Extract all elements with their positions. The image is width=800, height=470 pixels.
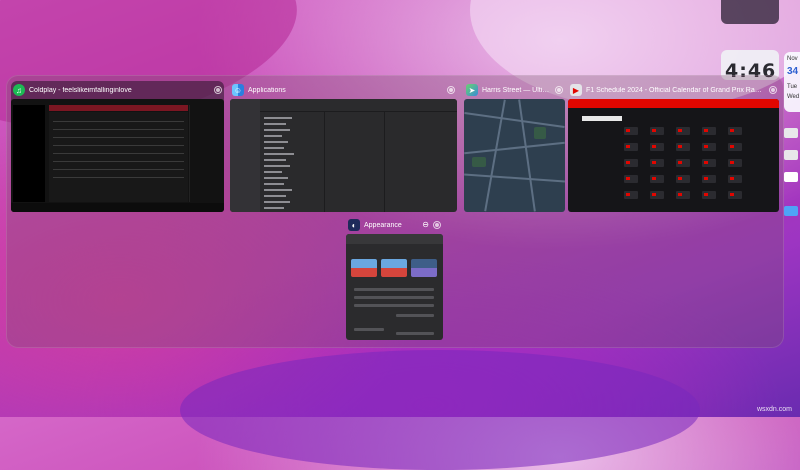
side-widget[interactable]: Nov 34 Tue Wed [784, 52, 800, 112]
window-thumbnail[interactable] [346, 234, 443, 340]
appearance-icon: ◐ [348, 219, 360, 231]
window-title: Applications [248, 86, 286, 94]
browser-icon: ▶ [570, 84, 582, 96]
dock-edge[interactable] [784, 128, 800, 238]
window-card-finder[interactable]: ☺ Applications [230, 81, 457, 212]
dock-app-icon[interactable] [784, 128, 798, 138]
side-widget-line: Nov [787, 56, 798, 62]
dock-app-icon[interactable] [784, 150, 798, 160]
window-card-maps[interactable]: ➤ Harris Street — Ultimo [464, 81, 565, 212]
window-thumbnail[interactable] [11, 99, 224, 212]
window-header: ☺ Applications [230, 81, 457, 99]
window-title: Coldplay - feelslikeimfallinginlove [29, 86, 132, 94]
window-card-appearance[interactable]: ◐ Appearance ⊖ [346, 216, 443, 340]
side-widget-line: Wed [787, 94, 800, 100]
window-thumbnail[interactable] [230, 99, 457, 212]
window-options-icon[interactable] [769, 86, 777, 94]
dock-app-icon[interactable] [784, 172, 798, 182]
calendar-widget[interactable] [721, 0, 779, 24]
close-icon[interactable]: ⊖ [422, 221, 429, 229]
window-title: Harris Street — Ultimo [482, 86, 551, 94]
window-card-f1-schedule[interactable]: ▶ F1 Schedule 2024 - Official Calendar o… [568, 81, 779, 212]
finder-icon: ☺ [232, 84, 244, 96]
window-header: ➤ Harris Street — Ultimo [464, 81, 565, 99]
window-title: F1 Schedule 2024 - Official Calendar of … [586, 86, 765, 94]
window-header: ◐ Appearance ⊖ [346, 216, 443, 234]
window-options-icon[interactable] [447, 86, 455, 94]
side-widget-line: Tue [787, 84, 798, 90]
wallpaper-shape [180, 350, 700, 470]
window-switcher: ♫ Coldplay - feelslikeimfallinginlove ☺ … [6, 75, 784, 348]
window-title: Appearance [364, 221, 402, 229]
spotify-icon: ♫ [13, 84, 25, 96]
window-thumbnail[interactable] [464, 99, 565, 212]
window-card-spotify[interactable]: ♫ Coldplay - feelslikeimfallinginlove [11, 81, 224, 212]
window-header: ♫ Coldplay - feelslikeimfallinginlove [11, 81, 224, 99]
dock-app-icon[interactable] [784, 206, 798, 216]
window-header: ▶ F1 Schedule 2024 - Official Calendar o… [568, 81, 779, 99]
window-options-icon[interactable] [433, 221, 441, 229]
maps-icon: ➤ [466, 84, 478, 96]
window-thumbnail[interactable] [568, 99, 779, 212]
window-options-icon[interactable] [214, 86, 222, 94]
side-widget-line: 34 [787, 66, 799, 77]
window-options-icon[interactable] [555, 86, 563, 94]
watermark: wsxdn.com [756, 406, 792, 413]
